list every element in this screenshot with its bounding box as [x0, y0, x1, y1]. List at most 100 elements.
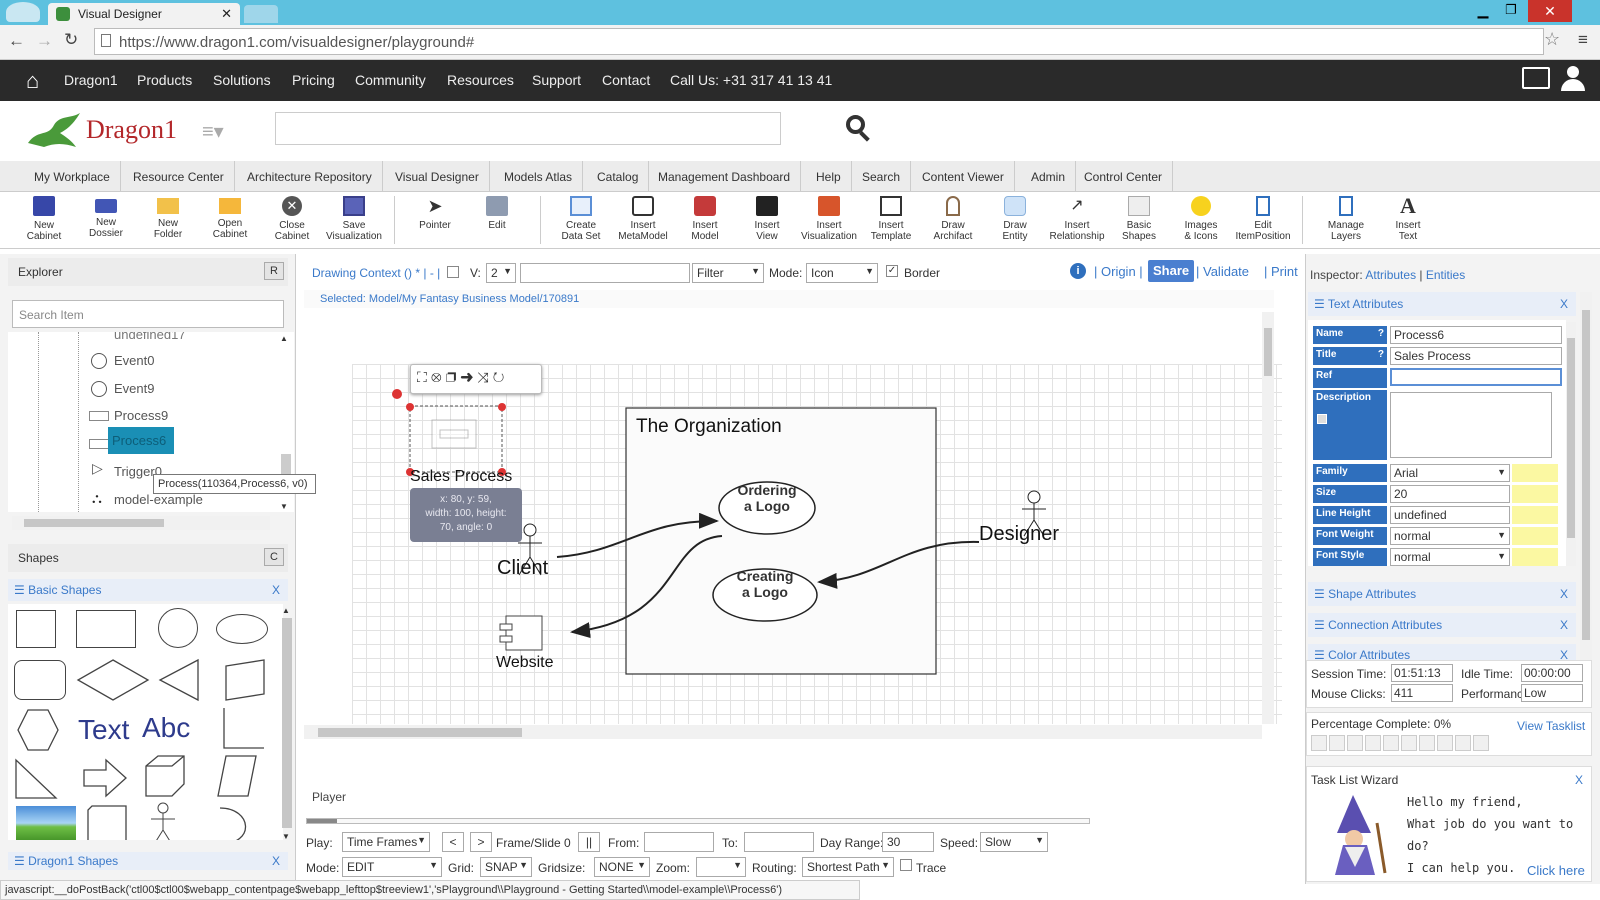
forward-icon[interactable]: ➜ — [460, 369, 477, 385]
shape-actor[interactable] — [146, 802, 180, 840]
shape-ellipse[interactable] — [216, 614, 268, 644]
designer-label[interactable]: Designer — [979, 523, 1059, 546]
header-menu-icon[interactable]: ≡▾ — [202, 119, 224, 144]
menu-control-center[interactable]: Control Center — [1074, 161, 1174, 192]
routing-select[interactable]: Shortest Path — [802, 857, 894, 877]
nav-products[interactable]: Products — [137, 72, 192, 88]
shape-circle[interactable] — [158, 608, 198, 648]
restore-icon[interactable]: ❐ — [1498, 2, 1524, 20]
grid-select[interactable]: SNAP — [480, 857, 532, 877]
website-component[interactable] — [499, 615, 543, 651]
insert-view-button[interactable]: Insert View — [737, 196, 797, 242]
family-select[interactable]: Arial — [1390, 464, 1510, 482]
font-weight-select[interactable]: normal — [1390, 527, 1510, 545]
wizard-close[interactable]: X — [1575, 773, 1583, 787]
basic-shapes-button[interactable]: Basic Shapes — [1109, 196, 1169, 242]
shape-document[interactable] — [84, 804, 130, 840]
search-icon[interactable] — [846, 115, 872, 143]
new-cabinet-button[interactable]: New Cabinet — [14, 196, 74, 242]
menu-admin[interactable]: Admin — [1021, 161, 1077, 192]
edit-mode-select[interactable]: EDIT — [342, 857, 442, 877]
menu-resource-center[interactable]: Resource Center — [123, 161, 235, 192]
forward-icon[interactable]: → — [36, 31, 53, 51]
menu-catalog[interactable]: Catalog — [587, 161, 650, 192]
dragon1-shapes-header[interactable]: ☰ Dragon1 Shapes X — [8, 852, 288, 870]
shape-cube[interactable] — [142, 754, 188, 800]
images-icons-button[interactable]: Images & Icons — [1171, 196, 1231, 242]
draw-archifact-button[interactable]: Draw Archifact — [923, 196, 983, 242]
title-field[interactable]: Sales Process — [1390, 347, 1562, 365]
new-folder-button[interactable]: New Folder — [138, 196, 198, 240]
shape-abc-sample[interactable]: Abc — [142, 712, 190, 744]
menu-architecture-repository[interactable]: Architecture Repository — [237, 161, 383, 192]
shapes-scrollbar-thumb[interactable] — [282, 618, 292, 828]
connection-attributes-header[interactable]: ☰ Connection Attributes X — [1308, 613, 1576, 637]
shape-skewed-parallelogram[interactable] — [212, 754, 262, 800]
insert-visualization-button[interactable]: Insert Visualization — [799, 196, 859, 242]
monitor-icon[interactable] — [1522, 67, 1550, 89]
browser-menu-icon[interactable]: ≡ — [1578, 30, 1588, 50]
basic-shapes-header[interactable]: ☰ Basic Shapes X — [8, 579, 288, 601]
insert-model-button[interactable]: Insert Model — [675, 196, 735, 242]
speed-select[interactable]: Slow — [980, 832, 1048, 852]
from-input[interactable] — [644, 832, 714, 852]
tree-item-process6-selected[interactable]: Process6 — [108, 427, 174, 454]
resize-handle[interactable] — [498, 403, 506, 411]
explorer-search-input[interactable]: Search Item — [12, 300, 284, 328]
trace-checkbox[interactable] — [900, 859, 912, 871]
header-search-input[interactable] — [275, 112, 781, 145]
browser-tab-active[interactable]: Visual Designer ✕ — [48, 3, 240, 25]
explorer-refresh-button[interactable]: R — [264, 262, 284, 280]
pointer-button[interactable]: ➤ Pointer — [405, 196, 465, 231]
new-dossier-button[interactable]: New Dossier — [76, 196, 136, 239]
shapes-collapse-button[interactable]: C — [264, 548, 284, 566]
shape-text-sample[interactable]: Text — [78, 714, 129, 746]
resize-handle[interactable] — [406, 403, 414, 411]
close-cabinet-button[interactable]: ✕ Close Cabinet — [262, 196, 322, 242]
panel-scrollbar[interactable] — [1580, 292, 1592, 662]
url-input[interactable]: https://www.dragon1.com/visualdesigner/p… — [94, 28, 1544, 55]
nav-pricing[interactable]: Pricing — [292, 72, 335, 88]
line-height-field[interactable]: undefined — [1390, 506, 1510, 524]
tree-item-model-example[interactable]: model-example — [114, 492, 203, 507]
play-select[interactable]: Time Frames — [342, 832, 430, 852]
description-field[interactable] — [1390, 392, 1552, 458]
shape-rounded-rectangle[interactable] — [14, 660, 66, 700]
shape-right-triangle[interactable] — [14, 756, 60, 802]
delete-icon[interactable]: ⊗ — [431, 369, 446, 385]
reload-icon[interactable]: ↻ — [64, 30, 78, 50]
shape-arrow[interactable] — [82, 756, 130, 802]
close-tab-icon[interactable]: ✕ — [221, 6, 232, 22]
text-attributes-close[interactable]: X — [1560, 297, 1568, 311]
zoom-select[interactable] — [696, 857, 746, 877]
prev-frame-button[interactable]: < — [442, 832, 464, 852]
menu-my-workplace[interactable]: My Workplace — [24, 161, 121, 192]
canvas-vscroll[interactable] — [1262, 312, 1274, 724]
shape-landscape-image[interactable] — [16, 806, 76, 840]
menu-models-atlas[interactable]: Models Atlas — [494, 161, 584, 192]
create-dataset-button[interactable]: Create Data Set — [551, 196, 611, 242]
text-attributes-header[interactable]: ☰ Text Attributes X — [1308, 292, 1576, 316]
view-tasklist-link[interactable]: View Tasklist — [1517, 719, 1585, 733]
pause-button[interactable]: || — [578, 832, 600, 852]
tree-item-event9[interactable]: Event9 — [114, 381, 154, 396]
to-input[interactable] — [744, 832, 814, 852]
menu-search[interactable]: Search — [852, 161, 912, 192]
shape-arc[interactable] — [214, 804, 258, 840]
name-field[interactable]: Process6 — [1390, 326, 1562, 344]
nav-contact[interactable]: Contact — [602, 72, 650, 88]
shapes-scroll-up[interactable]: ▲ — [282, 606, 290, 615]
gridsize-select[interactable]: NONE — [594, 857, 650, 877]
open-cabinet-button[interactable]: Open Cabinet — [200, 196, 260, 240]
minimize-icon[interactable]: ▁ — [1470, 2, 1496, 20]
dayrange-input[interactable]: 30 — [882, 832, 934, 852]
menu-visual-designer[interactable]: Visual Designer — [385, 161, 490, 192]
inspector-tab-entities[interactable]: Entities — [1426, 268, 1465, 282]
insert-relationship-button[interactable]: ↗ Insert Relationship — [1047, 196, 1107, 242]
back-icon[interactable]: ← — [8, 31, 25, 51]
nav-solutions[interactable]: Solutions — [213, 72, 271, 88]
font-style-select[interactable]: normal — [1390, 548, 1510, 566]
canvas-hscroll[interactable] — [304, 725, 1262, 739]
shapes-scroll-down[interactable]: ▼ — [282, 832, 290, 841]
tree-scroll-down[interactable]: ▼ — [280, 502, 288, 511]
